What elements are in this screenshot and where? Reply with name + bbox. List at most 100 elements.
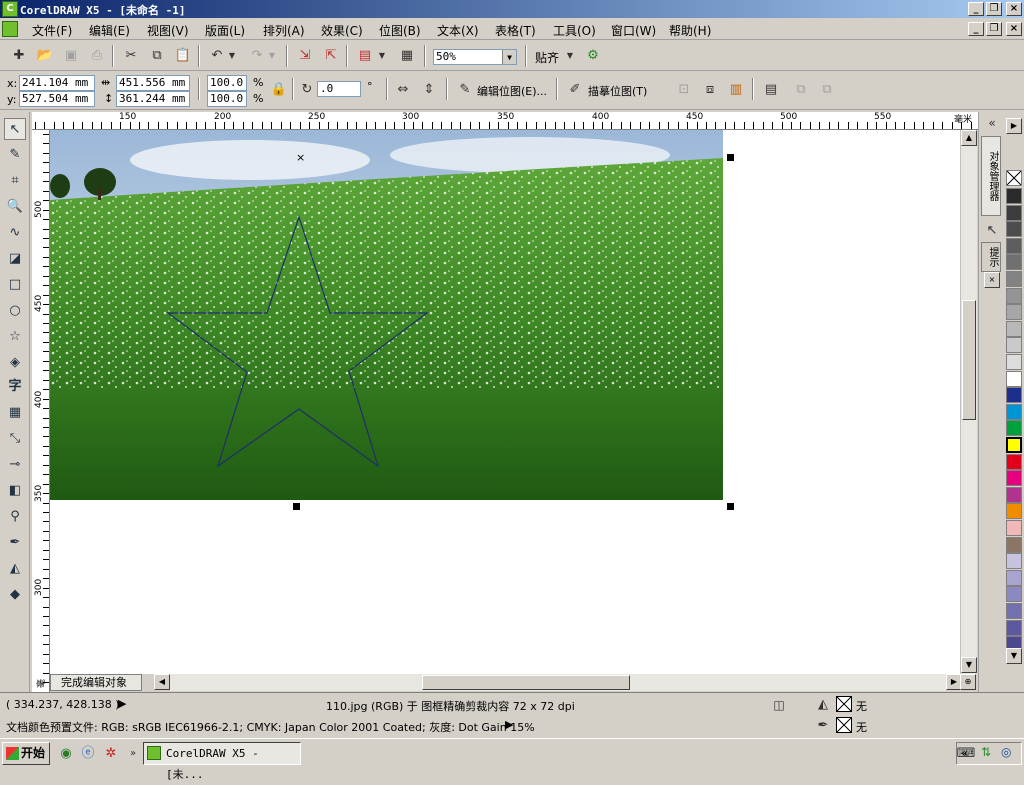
copy-icon[interactable]: ⧉ (146, 45, 168, 67)
no-color-swatch[interactable] (1006, 170, 1022, 186)
color-swatch[interactable] (1006, 304, 1022, 320)
fill-none-swatch[interactable] (836, 696, 852, 712)
color-swatch[interactable] (1006, 221, 1022, 237)
vertical-scroll-thumb[interactable] (962, 300, 976, 420)
color-swatch[interactable] (1006, 205, 1022, 221)
edit-bitmap-icon[interactable]: ✎ (454, 79, 476, 101)
open-icon[interactable]: 📂 (34, 45, 56, 67)
height-field[interactable]: 361.244 mm (116, 91, 190, 107)
lock-ratio-icon[interactable]: 🔒 (268, 79, 290, 101)
save-icon[interactable]: ▣ (60, 45, 82, 67)
new-icon[interactable]: ✚ (8, 45, 30, 67)
pick-tool-icon[interactable]: ↖ (4, 118, 26, 140)
color-swatch[interactable] (1006, 454, 1022, 470)
color-swatch[interactable] (1006, 288, 1022, 304)
document-icon[interactable] (2, 21, 18, 37)
color-swatch[interactable] (1006, 553, 1022, 569)
import-icon[interactable]: ⇲ (294, 45, 316, 67)
docker-expand-icon[interactable]: « (981, 112, 1003, 134)
chevron-down-icon[interactable]: ▼ (502, 50, 516, 64)
edit-bitmap-button[interactable]: 编辑位图(E)... (477, 83, 547, 99)
finish-editing-button[interactable]: 完成编辑对象 (50, 674, 142, 691)
table-tool-icon[interactable]: ▦ (4, 402, 26, 424)
color-swatch[interactable] (1006, 487, 1022, 503)
color-swatch[interactable] (1006, 371, 1022, 387)
trace-bitmap-icon[interactable]: ✐ (564, 79, 586, 101)
connector-tool-icon[interactable]: ⊸ (4, 454, 26, 476)
wrap-text-icon[interactable]: ▤ (760, 79, 782, 101)
color-swatch[interactable] (1006, 387, 1022, 403)
launcher-dropdown-icon[interactable]: ▼ (376, 45, 388, 67)
scroll-left-icon[interactable]: ◀ (154, 674, 170, 690)
text-tool-icon[interactable]: 字 (4, 376, 26, 398)
canvas-drawing[interactable]: × (50, 130, 960, 674)
color-swatch[interactable] (1006, 620, 1022, 636)
basic-shapes-tool-icon[interactable]: ◈ (4, 352, 26, 374)
print-icon[interactable]: ⎙ (86, 45, 108, 67)
menu-table[interactable]: 表格(T) (495, 22, 536, 39)
hints-tab[interactable]: 提示 (981, 242, 1001, 272)
menu-text[interactable]: 文本(X) (437, 22, 479, 39)
snap-dropdown-icon[interactable]: ▼ (564, 45, 576, 67)
export-icon[interactable]: ⇱ (320, 45, 342, 67)
profile-arrow-icon[interactable]: ▶ (505, 718, 513, 731)
width-field[interactable]: 451.556 mm (116, 75, 190, 91)
paste-icon[interactable]: 📋 (172, 45, 194, 67)
scale-y-field[interactable]: 100.0 (207, 91, 247, 107)
to-back-icon[interactable]: ⧉ (816, 79, 838, 101)
ie-icon[interactable]: ⓔ (77, 743, 99, 765)
color-swatch[interactable] (1006, 321, 1022, 337)
snap-to-label[interactable]: 贴齐 (535, 49, 559, 66)
shape-tool-icon[interactable]: ✎ (4, 144, 26, 166)
docker-close-icon[interactable]: × (984, 272, 1000, 288)
undo-icon[interactable]: ↶ (206, 45, 228, 67)
undo-dropdown-icon[interactable]: ▼ (226, 45, 238, 67)
interactive-fill-tool-icon[interactable]: ◆ (4, 584, 26, 606)
color-swatch[interactable] (1006, 254, 1022, 270)
outline-none-swatch[interactable] (836, 717, 852, 733)
menu-view[interactable]: 视图(V) (147, 22, 189, 39)
redo-dropdown-icon[interactable]: ▼ (266, 45, 278, 67)
fill-tool-icon[interactable]: ◭ (4, 558, 26, 580)
palette-scroll-right-icon[interactable]: ▶ (1006, 118, 1022, 134)
chrome-icon[interactable]: ◉ (55, 743, 77, 765)
network-icon[interactable]: ⇅ (981, 745, 991, 759)
color-swatch[interactable] (1006, 503, 1022, 519)
freehand-tool-icon[interactable]: ∿ (4, 222, 26, 244)
vertical-ruler[interactable]: 500 450 400 350 300 毫米 (32, 130, 50, 692)
selection-handle[interactable] (293, 503, 300, 510)
doc-minimize-button[interactable]: _ (968, 22, 984, 36)
color-swatch[interactable] (1006, 188, 1022, 204)
application-launcher-icon[interactable]: ▤ (354, 45, 376, 67)
color-swatch[interactable] (1006, 271, 1022, 287)
object-manager-tab[interactable]: 对象管理器 (981, 136, 1001, 216)
polygon-tool-icon[interactable]: ☆ (4, 326, 26, 348)
color-proof-icon[interactable]: ◫ (768, 694, 790, 716)
doc-restore-button[interactable]: ❐ (986, 22, 1002, 36)
menu-layout[interactable]: 版面(L) (205, 22, 245, 39)
zoom-tool-icon[interactable]: 🔍 (4, 196, 26, 218)
palette-scroll-down-icon[interactable]: ▼ (1006, 648, 1022, 664)
color-swatch[interactable] (1006, 337, 1022, 353)
maximize-button[interactable]: ❐ (986, 2, 1002, 16)
menu-help[interactable]: 帮助(H) (669, 22, 711, 39)
tray-app-icon[interactable]: ◎ (1001, 745, 1011, 759)
selection-handle[interactable] (727, 154, 734, 161)
color-swatch[interactable] (1006, 537, 1022, 553)
crop-bitmap-icon[interactable]: ⊡ (673, 79, 695, 101)
menu-effects[interactable]: 效果(C) (321, 22, 363, 39)
color-swatch[interactable] (1006, 404, 1022, 420)
doc-close-button[interactable]: × (1006, 22, 1022, 36)
rectangle-tool-icon[interactable]: □ (4, 274, 26, 296)
x-position-field[interactable]: 241.104 mm (19, 75, 95, 91)
menu-bitmaps[interactable]: 位图(B) (379, 22, 421, 39)
horizontal-scroll-thumb[interactable] (422, 675, 630, 690)
color-swatch[interactable] (1006, 603, 1022, 619)
scroll-up-icon[interactable]: ▲ (961, 130, 977, 146)
menu-window[interactable]: 窗口(W) (611, 22, 656, 39)
quick-launch-more-icon[interactable]: » (122, 743, 144, 765)
redo-icon[interactable]: ↷ (246, 45, 268, 67)
dimension-tool-icon[interactable]: ⤡ (4, 428, 26, 450)
bitmap-color-mask-icon[interactable]: ▥ (725, 79, 747, 101)
quick-launch-icon[interactable]: ✲ (100, 743, 122, 765)
